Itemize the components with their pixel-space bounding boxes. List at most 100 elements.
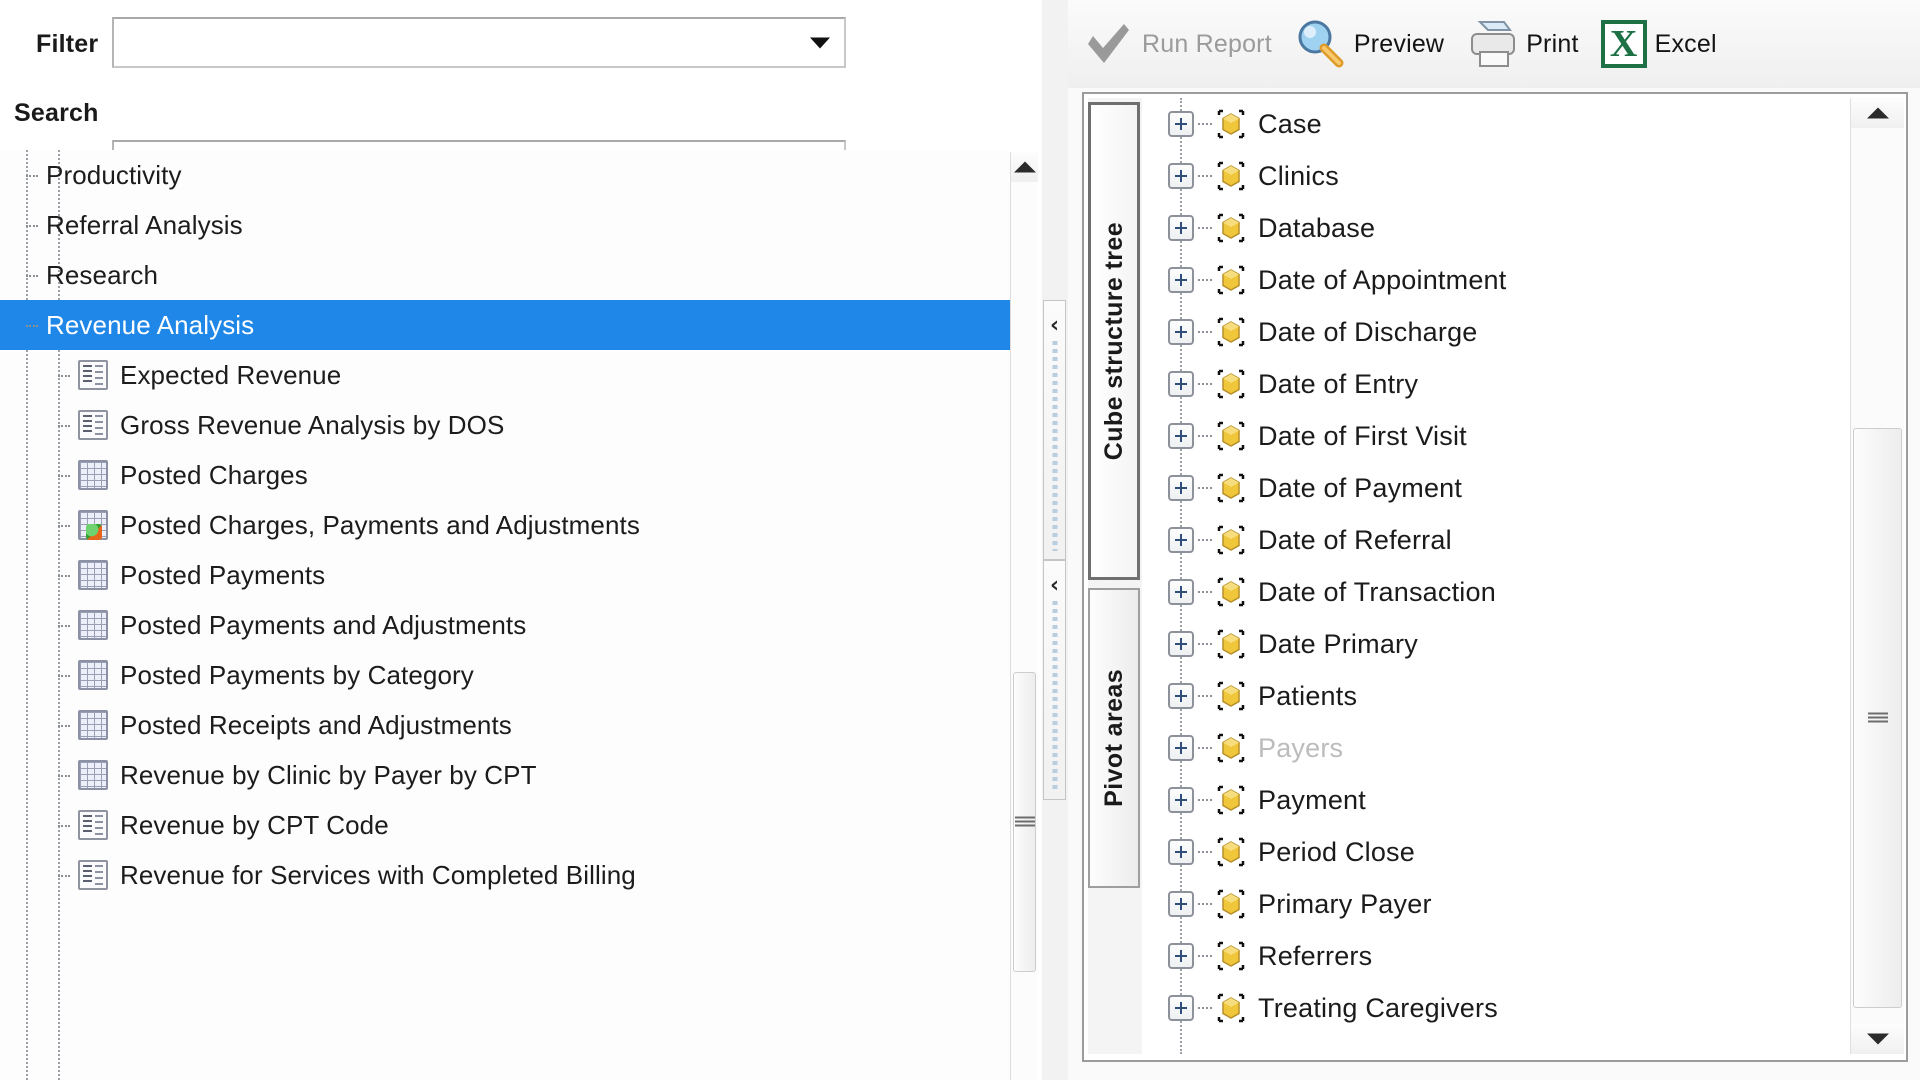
expand-plus-icon[interactable]	[1168, 683, 1194, 709]
filter-input[interactable]	[114, 19, 844, 66]
tree-connector	[58, 525, 70, 527]
expand-plus-icon[interactable]	[1168, 423, 1194, 449]
report-tree-row[interactable]: Posted Charges, Payments and Adjustments	[0, 500, 1010, 550]
cube-tree-row[interactable]: Referrers	[1146, 930, 1846, 982]
report-tree-row-label: Revenue by Clinic by Payer by CPT	[120, 759, 537, 790]
splitter-grip-2	[1052, 601, 1057, 791]
report-tree-row[interactable]: Posted Charges	[0, 450, 1010, 500]
tree-connector	[1198, 123, 1212, 125]
cube-icon	[1214, 627, 1248, 661]
cube-tree-row[interactable]: Database	[1146, 202, 1846, 254]
report-tree-row-selected[interactable]: Revenue Analysis	[0, 300, 1010, 350]
cube-scroll-up-button[interactable]	[1851, 98, 1904, 128]
run-report-button[interactable]: Run Report	[1082, 18, 1272, 70]
cube-tree-row[interactable]: Primary Payer	[1146, 878, 1846, 930]
cube-tree-row[interactable]: Date of Transaction	[1146, 566, 1846, 618]
tree-connector	[1198, 331, 1212, 333]
expand-plus-icon[interactable]	[1168, 631, 1194, 657]
report-icon	[78, 860, 108, 890]
expand-plus-icon[interactable]	[1168, 111, 1194, 137]
cube-tree-row[interactable]: Period Close	[1146, 826, 1846, 878]
tab-cube-structure-tree[interactable]: Cube structure tree	[1088, 102, 1140, 580]
cube-icon	[1214, 523, 1248, 557]
cube-tree-scrollbar[interactable]	[1850, 98, 1904, 1054]
print-button[interactable]: Print	[1466, 18, 1578, 70]
expand-plus-icon[interactable]	[1168, 475, 1194, 501]
cube-icon	[1214, 159, 1248, 193]
report-tree-row[interactable]: Posted Payments by Category	[0, 650, 1010, 700]
expand-plus-icon[interactable]	[1168, 371, 1194, 397]
tree-connector	[58, 575, 70, 577]
cube-tree-row[interactable]: Treating Caregivers	[1146, 982, 1846, 1034]
cube-tree-row[interactable]: Patients	[1146, 670, 1846, 722]
tree-connector	[58, 675, 70, 677]
report-tree-row-label: Posted Payments by Category	[120, 659, 474, 690]
expand-plus-icon[interactable]	[1168, 839, 1194, 865]
tree-connector	[1198, 799, 1212, 801]
tree-connector	[1198, 591, 1212, 593]
expand-plus-icon[interactable]	[1168, 319, 1194, 345]
report-tree-row[interactable]: Posted Payments	[0, 550, 1010, 600]
cube-tree-row-label: Patients	[1258, 680, 1358, 711]
tree-connector	[1198, 1007, 1212, 1009]
report-tree-row-label: Posted Charges, Payments and Adjustments	[120, 509, 640, 540]
expand-plus-icon[interactable]	[1168, 579, 1194, 605]
expand-plus-icon[interactable]	[1168, 735, 1194, 761]
expand-plus-icon[interactable]	[1168, 891, 1194, 917]
cube-tree-row[interactable]: Clinics	[1146, 150, 1846, 202]
splitter-collapse-bottom[interactable]: ‹	[1043, 560, 1066, 800]
cube-tree-row[interactable]: Payment	[1146, 774, 1846, 826]
report-tree-scrollbar[interactable]	[1010, 152, 1038, 1080]
cube-icon	[1214, 679, 1248, 713]
report-tree-row[interactable]: Gross Revenue Analysis by DOS	[0, 400, 1010, 450]
cube-icon	[1214, 367, 1248, 401]
report-tree-row[interactable]: Revenue by CPT Code	[0, 800, 1010, 850]
cube-tree-row-label: Date of Referral	[1258, 524, 1452, 555]
cube-tree-row[interactable]: Date of Referral	[1146, 514, 1846, 566]
scroll-up-button[interactable]	[1011, 152, 1038, 182]
grid-icon	[78, 560, 108, 590]
cube-icon	[1214, 263, 1248, 297]
excel-export-button[interactable]: X Excel	[1600, 20, 1717, 68]
expand-plus-icon[interactable]	[1168, 527, 1194, 553]
report-tree-row[interactable]: Research	[0, 250, 1010, 300]
expand-plus-icon[interactable]	[1168, 215, 1194, 241]
report-tree-row[interactable]: Revenue for Services with Completed Bill…	[0, 850, 1010, 900]
cube-tree-row[interactable]: Date Primary	[1146, 618, 1846, 670]
expand-plus-icon[interactable]	[1168, 163, 1194, 189]
splitter-collapse-top[interactable]: ‹	[1043, 300, 1066, 560]
filter-combobox[interactable]	[112, 17, 846, 68]
cube-tree-row[interactable]: Date of Discharge	[1146, 306, 1846, 358]
cube-scroll-thumb[interactable]	[1853, 428, 1902, 1008]
expand-plus-icon[interactable]	[1168, 787, 1194, 813]
cube-tree-row[interactable]: Payers	[1146, 722, 1846, 774]
expand-plus-icon[interactable]	[1168, 995, 1194, 1021]
cube-tree-row[interactable]: Case	[1146, 98, 1846, 150]
report-tree-row[interactable]: Expected Revenue	[0, 350, 1010, 400]
cube-structure-tree[interactable]: Case Clinics Database Date of Appointment Da…	[1146, 98, 1846, 1054]
expand-plus-icon[interactable]	[1168, 267, 1194, 293]
checkmark-icon	[1082, 18, 1134, 70]
report-tree-row[interactable]: Posted Payments and Adjustments	[0, 600, 1010, 650]
chevron-up-icon	[1013, 161, 1036, 173]
preview-button[interactable]: Preview	[1294, 18, 1444, 70]
chevron-down-icon[interactable]	[810, 37, 830, 48]
cube-scroll-down-button[interactable]	[1851, 1024, 1904, 1054]
cube-icon	[1214, 107, 1248, 141]
report-tree-row-label: Referral Analysis	[46, 209, 243, 240]
grid-icon	[78, 760, 108, 790]
report-tree-row[interactable]: Posted Receipts and Adjustments	[0, 700, 1010, 750]
report-tree-row[interactable]: Productivity	[0, 150, 1010, 200]
expand-plus-icon[interactable]	[1168, 943, 1194, 969]
pane-splitter[interactable]: ‹ ‹	[1042, 0, 1068, 1080]
report-tree-row-label: Posted Payments and Adjustments	[120, 609, 527, 640]
report-tree[interactable]: Productivity Referral Analysis Research Rev…	[0, 150, 1010, 1080]
tab-pivot-areas[interactable]: Pivot areas	[1088, 588, 1140, 888]
cube-tree-row[interactable]: Date of Appointment	[1146, 254, 1846, 306]
cube-tree-row[interactable]: Date of Entry	[1146, 358, 1846, 410]
cube-tree-row[interactable]: Date of Payment	[1146, 462, 1846, 514]
scroll-thumb[interactable]	[1013, 672, 1036, 972]
report-tree-row[interactable]: Revenue by Clinic by Payer by CPT	[0, 750, 1010, 800]
report-tree-row[interactable]: Referral Analysis	[0, 200, 1010, 250]
cube-tree-row[interactable]: Date of First Visit	[1146, 410, 1846, 462]
